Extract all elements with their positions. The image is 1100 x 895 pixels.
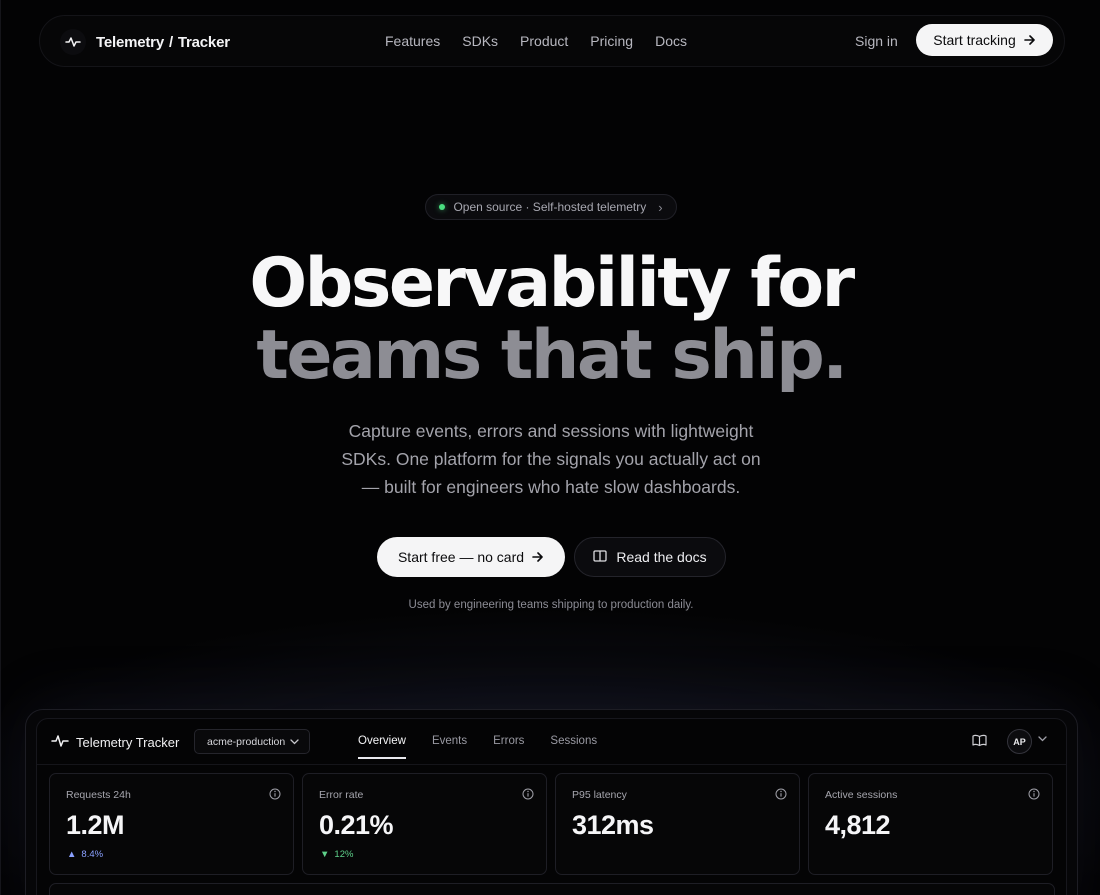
top-nav: Telemetry / Tracker Features SDKs Produc… [39, 15, 1065, 67]
metric-label: Active sessions [825, 789, 898, 801]
start-tracking-label: Start tracking [933, 32, 1016, 48]
start-tracking-button[interactable]: Start tracking [916, 24, 1053, 56]
metric-card-p95-latency: P95 latency 312ms [555, 773, 800, 875]
landing-page: Telemetry / Tracker Features SDKs Produc… [0, 0, 1100, 895]
dashboard-brand[interactable]: Telemetry Tracker [51, 734, 179, 751]
social-proof-text: Used by engineering teams shipping to pr… [408, 599, 694, 611]
dashboard-preview: Telemetry Tracker acme-production Overvi… [25, 709, 1078, 895]
announcement-text: Open source · Self-hosted telemetry [453, 200, 647, 214]
chevron-down-icon[interactable] [1038, 734, 1047, 745]
arrow-right-icon [1023, 32, 1036, 48]
dashboard-divider [37, 764, 1066, 765]
nav-link-docs[interactable]: Docs [655, 33, 687, 49]
pulse-icon [60, 29, 86, 55]
dashboard-tabs: Overview Events Errors Sessions [358, 735, 623, 759]
status-dot-icon [439, 204, 446, 210]
environment-select[interactable]: acme-production [194, 729, 310, 754]
sign-in-link[interactable]: Sign in [855, 33, 898, 49]
info-icon[interactable] [1028, 787, 1040, 805]
hero-title-line2: teams that ship. [256, 316, 848, 395]
triangle-up-icon: ▲ [67, 849, 77, 860]
metric-value: 1.2M [66, 810, 125, 840]
nav-links: Features SDKs Product Pricing Docs [385, 33, 687, 49]
info-icon[interactable] [775, 787, 787, 805]
metric-card-active-sessions: Active sessions 4,812 [808, 773, 1053, 875]
metric-cards: Requests 24h 1.2M ▲ 8.4% Error rate 0.21… [49, 773, 1053, 875]
pulse-icon [51, 734, 69, 751]
nav-link-pricing[interactable]: Pricing [590, 33, 633, 49]
nav-link-product[interactable]: Product [520, 33, 568, 49]
chevron-down-icon [290, 736, 299, 748]
environment-value: acme-production [207, 735, 286, 748]
start-free-button[interactable]: Start free — no card [377, 537, 565, 577]
nav-link-features[interactable]: Features [385, 33, 440, 49]
announcement-badge[interactable]: Open source · Self-hosted telemetry › [425, 194, 677, 220]
brand-logo[interactable]: Telemetry / Tracker [60, 29, 230, 55]
tab-errors[interactable]: Errors [493, 735, 524, 759]
metric-value: 4,812 [825, 810, 891, 840]
nav-link-sdks[interactable]: SDKs [462, 33, 498, 49]
read-docs-label: Read the docs [616, 549, 707, 565]
dashboard-lower-panel [49, 883, 1055, 895]
brand-name: Telemetry / Tracker [96, 33, 230, 51]
hero-title-line1: Observability for [249, 244, 855, 323]
tab-sessions[interactable]: Sessions [550, 735, 597, 759]
metric-label: Error rate [319, 789, 364, 801]
arrow-right-icon [532, 549, 544, 565]
tab-overview[interactable]: Overview [358, 735, 406, 759]
start-free-label: Start free — no card [397, 549, 525, 565]
metric-card-requests: Requests 24h 1.2M ▲ 8.4% [49, 773, 294, 875]
chevron-right-icon: › [658, 199, 663, 215]
info-icon[interactable] [269, 787, 281, 805]
book-icon [593, 549, 607, 565]
delta-value: 12% [334, 849, 354, 860]
metric-value: 312ms [572, 810, 654, 840]
hero-subtitle: Capture events, errors and sessions with… [341, 421, 761, 497]
metric-label: Requests 24h [66, 789, 131, 801]
docs-book-icon[interactable] [972, 734, 987, 752]
metric-value: 0.21% [319, 810, 394, 840]
metric-card-error-rate: Error rate 0.21% ▼ 12% [302, 773, 547, 875]
delta-value: 8.4% [81, 849, 104, 860]
metric-label: P95 latency [572, 789, 627, 801]
dashboard-brand-name: Telemetry Tracker [76, 735, 180, 750]
info-icon[interactable] [522, 787, 534, 805]
read-docs-button[interactable]: Read the docs [574, 537, 726, 577]
metric-delta: ▼ 12% [320, 849, 353, 860]
dashboard-window: Telemetry Tracker acme-production Overvi… [36, 718, 1067, 895]
tab-events[interactable]: Events [432, 735, 467, 759]
user-avatar[interactable]: AP [1007, 729, 1032, 754]
triangle-down-icon: ▼ [320, 849, 330, 860]
metric-delta: ▲ 8.4% [67, 849, 103, 860]
